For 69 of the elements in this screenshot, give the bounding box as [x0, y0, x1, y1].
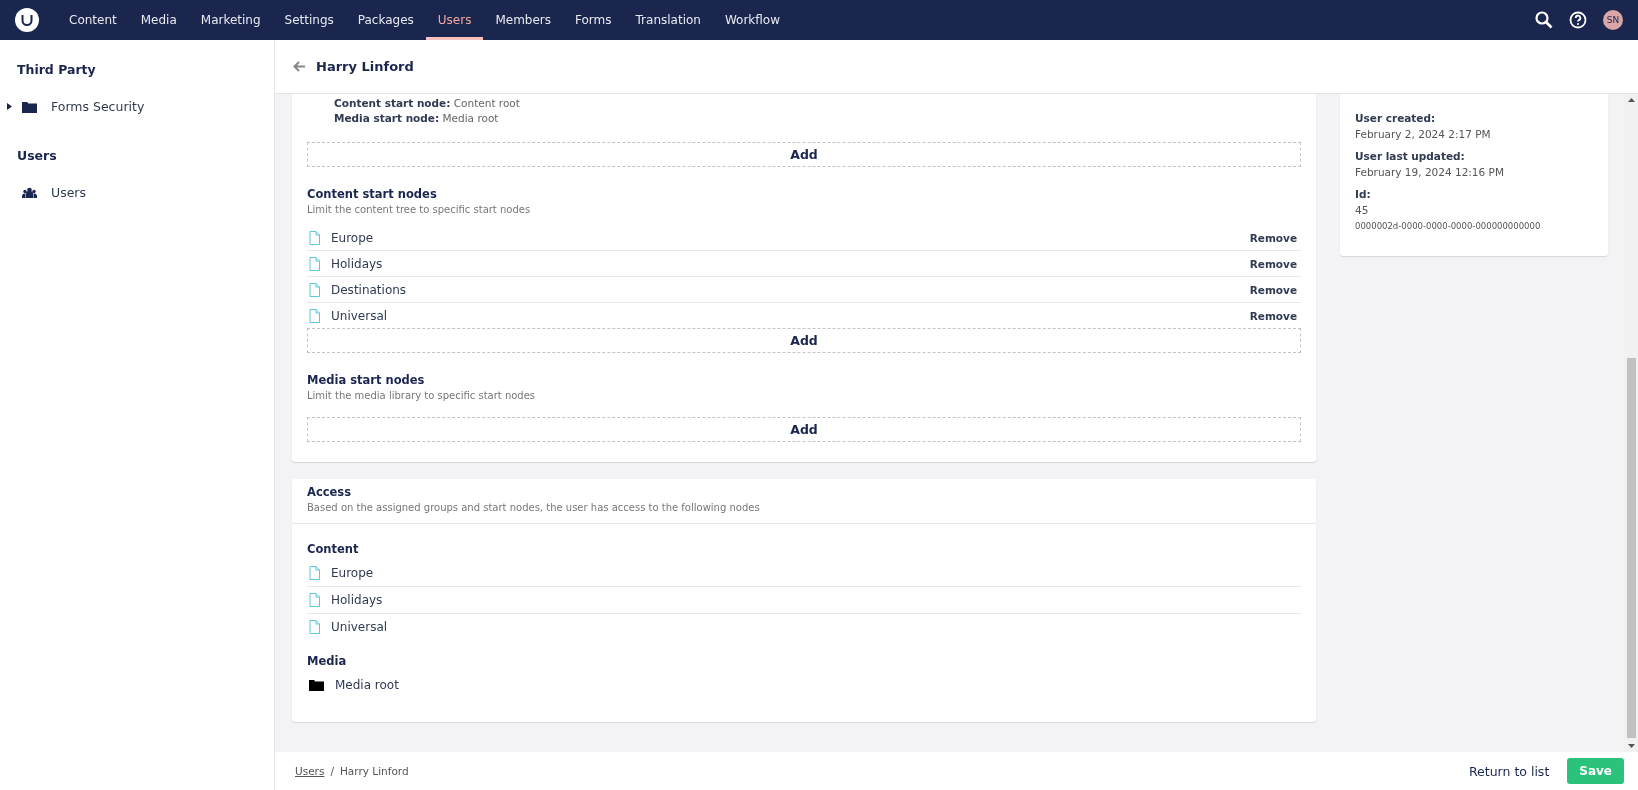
- user-avatar[interactable]: SN: [1603, 10, 1623, 30]
- scrollbar[interactable]: [1624, 94, 1638, 752]
- add-button[interactable]: Add: [307, 417, 1301, 442]
- node-name: Holidays: [331, 593, 383, 607]
- sidebar-item[interactable]: Users: [51, 185, 86, 200]
- nav-tab[interactable]: Content: [57, 0, 129, 40]
- folder-icon: [309, 679, 324, 691]
- info-value: 0000002d-0000-0000-0000-000000000000: [1355, 220, 1542, 233]
- add-button[interactable]: Add: [307, 142, 1301, 167]
- node-name: Destinations: [331, 282, 407, 297]
- access-group-title: Media: [307, 654, 348, 668]
- section-description: Limit the content tree to specific start nodes: [307, 204, 532, 215]
- info-value: February 2, 2024 2:17 PM: [1355, 127, 1492, 142]
- nav-tab[interactable]: Workflow: [712, 0, 793, 40]
- section-title: Content start nodes: [307, 187, 438, 201]
- remove-link[interactable]: Remove: [1249, 231, 1301, 244]
- scroll-down-icon[interactable]: [1627, 744, 1635, 748]
- document-icon: [309, 308, 320, 323]
- nav-tab[interactable]: Media: [128, 0, 189, 40]
- node-name: Universal: [331, 308, 388, 323]
- nav-tab[interactable]: Settings: [272, 0, 346, 40]
- node-name: Holidays: [331, 256, 383, 271]
- nav-tab[interactable]: Packages: [345, 0, 426, 40]
- info-label: Id:: [1355, 187, 1372, 202]
- document-icon: [309, 566, 320, 580]
- document-icon: [309, 256, 320, 271]
- section-description: Limit the media library to specific start nodes: [307, 390, 537, 401]
- remove-link[interactable]: Remove: [1249, 257, 1301, 270]
- users-icon: [22, 187, 37, 198]
- breadcrumb-current: Harry Linford: [339, 765, 409, 777]
- info-label: User last updated:: [1355, 149, 1466, 164]
- folder-icon: [22, 100, 37, 113]
- group-detail: Content start node: Content root: [334, 96, 521, 111]
- info-value: February 19, 2024 12:16 PM: [1355, 165, 1505, 180]
- section-title: Media start nodes: [307, 373, 426, 387]
- search-icon[interactable]: [1535, 11, 1553, 29]
- remove-link[interactable]: Remove: [1249, 309, 1301, 322]
- sidebar-section-title: Third Party: [16, 61, 97, 79]
- info-label: User created:: [1355, 111, 1437, 126]
- info-value: 45: [1355, 203, 1370, 218]
- node-name: Europe: [331, 566, 374, 580]
- page-title: Harry Linford: [316, 59, 414, 74]
- help-icon[interactable]: [1569, 11, 1587, 29]
- node-name: Media root: [335, 678, 399, 692]
- breadcrumb-link[interactable]: Users: [295, 765, 325, 777]
- document-icon: [309, 230, 320, 245]
- add-button[interactable]: Add: [307, 328, 1301, 353]
- access-group-title: Content: [307, 542, 360, 556]
- remove-link[interactable]: Remove: [1249, 283, 1301, 296]
- scroll-up-icon[interactable]: [1627, 98, 1635, 102]
- nav-tab[interactable]: Translation: [623, 0, 713, 40]
- nav-tab[interactable]: Marketing: [188, 0, 273, 40]
- nav-tab[interactable]: Members: [483, 0, 564, 40]
- section-title: Access: [307, 485, 353, 499]
- nav-tab[interactable]: Forms: [563, 0, 624, 40]
- document-icon: [309, 620, 320, 634]
- breadcrumb-separator: /: [330, 765, 334, 777]
- document-icon: [309, 593, 320, 607]
- sidebar-section-title: Users: [16, 147, 58, 165]
- group-detail: Media start node: Media root: [334, 111, 500, 126]
- node-name: Universal: [331, 620, 388, 634]
- document-icon: [309, 282, 320, 297]
- section-description: Based on the assigned groups and start nodes, the user has access to the following nodes: [307, 502, 761, 513]
- caret-icon[interactable]: [7, 103, 12, 110]
- logo-icon[interactable]: [15, 8, 39, 32]
- return-to-list-button[interactable]: Return to list: [1464, 757, 1554, 785]
- sidebar-item[interactable]: Forms Security: [51, 99, 145, 114]
- back-arrow-icon[interactable]: [293, 61, 305, 72]
- node-name: Europe: [331, 230, 374, 245]
